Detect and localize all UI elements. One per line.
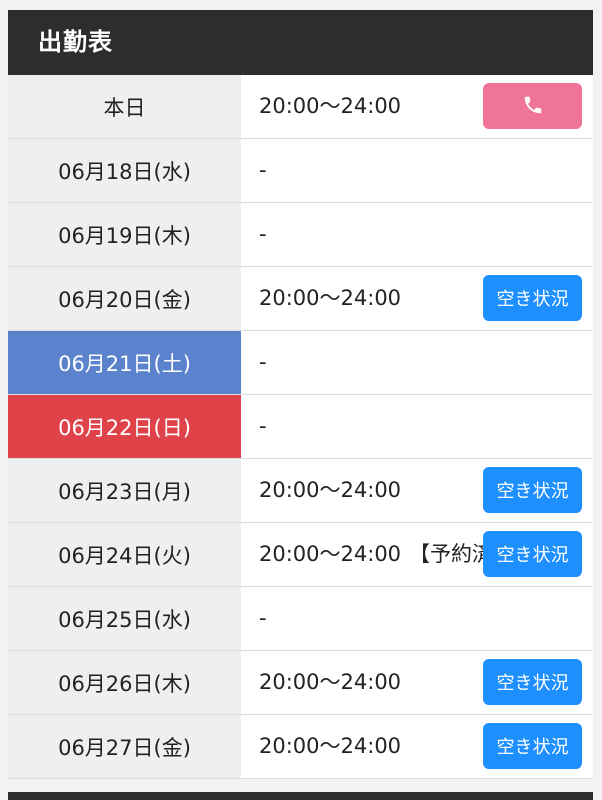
next-section-header [8,792,593,800]
availability-button[interactable]: 空き状況 [483,659,582,705]
schedule-row: 06月27日(金) 20:00〜24:00 空き状況 [8,715,593,778]
date-cell: 06月19日(木) [8,203,241,266]
schedule-row: 06月25日(水) - [8,587,593,650]
availability-button[interactable]: 空き状況 [483,723,582,769]
reservation-note: 【予約済 [409,542,493,566]
schedule-row: 本日 20:00〜24:00 [8,75,593,138]
time-cell: - [241,395,593,458]
time-text: 20:00〜24:00 [259,670,402,694]
date-cell: 本日 [8,75,241,138]
time-cell: 20:00〜24:00 [241,75,593,138]
time-cell: - [241,587,593,650]
schedule-row: 06月22日(日) - [8,395,593,458]
time-cell: - [241,331,593,394]
schedule-row: 06月24日(火) 20:00〜24:00 【予約済 空き状況 [8,523,593,586]
call-button[interactable] [483,83,582,129]
time-cell: - [241,139,593,202]
date-cell: 06月24日(火) [8,523,241,586]
availability-button[interactable]: 空き状況 [483,275,582,321]
page-title: 出勤表 [38,28,113,56]
availability-button[interactable]: 空き状況 [483,467,582,513]
schedule-row: 06月20日(金) 20:00〜24:00 空き状況 [8,267,593,330]
time-text: 20:00〜24:00 [259,94,402,118]
time-text: 20:00〜24:00 [259,542,402,566]
date-cell-sunday: 06月22日(日) [8,395,241,458]
schedule-row: 06月21日(土) - [8,331,593,394]
phone-icon [522,94,544,119]
date-cell: 06月23日(月) [8,459,241,522]
date-cell: 06月18日(水) [8,139,241,202]
date-cell-saturday: 06月21日(土) [8,331,241,394]
schedule-header: 出勤表 [8,10,593,75]
time-cell: 20:00〜24:00 空き状況 [241,715,593,778]
availability-button[interactable]: 空き状況 [483,531,582,577]
schedule-row: 06月23日(月) 20:00〜24:00 空き状況 [8,459,593,522]
time-cell: 20:00〜24:00 【予約済 空き状況 [241,523,593,586]
schedule-row: 06月26日(木) 20:00〜24:00 空き状況 [8,651,593,714]
time-cell: 20:00〜24:00 空き状況 [241,267,593,330]
time-text: - [259,606,267,630]
time-cell: 20:00〜24:00 空き状況 [241,459,593,522]
schedule-row: 06月18日(水) - [8,139,593,202]
time-text: - [259,414,267,438]
time-text: 20:00〜24:00 [259,734,402,758]
date-cell: 06月20日(金) [8,267,241,330]
date-cell: 06月25日(水) [8,587,241,650]
time-text: - [259,158,267,182]
time-text: - [259,222,267,246]
time-text: 20:00〜24:00 [259,286,402,310]
date-cell: 06月27日(金) [8,715,241,778]
time-text: - [259,350,267,374]
time-text: 20:00〜24:00 [259,478,402,502]
time-cell: - [241,203,593,266]
time-cell: 20:00〜24:00 空き状況 [241,651,593,714]
date-cell: 06月26日(木) [8,651,241,714]
schedule-table: 本日 20:00〜24:00 06月18日(水) - 06月19日(木) - 0… [8,75,593,779]
schedule-row: 06月19日(木) - [8,203,593,266]
